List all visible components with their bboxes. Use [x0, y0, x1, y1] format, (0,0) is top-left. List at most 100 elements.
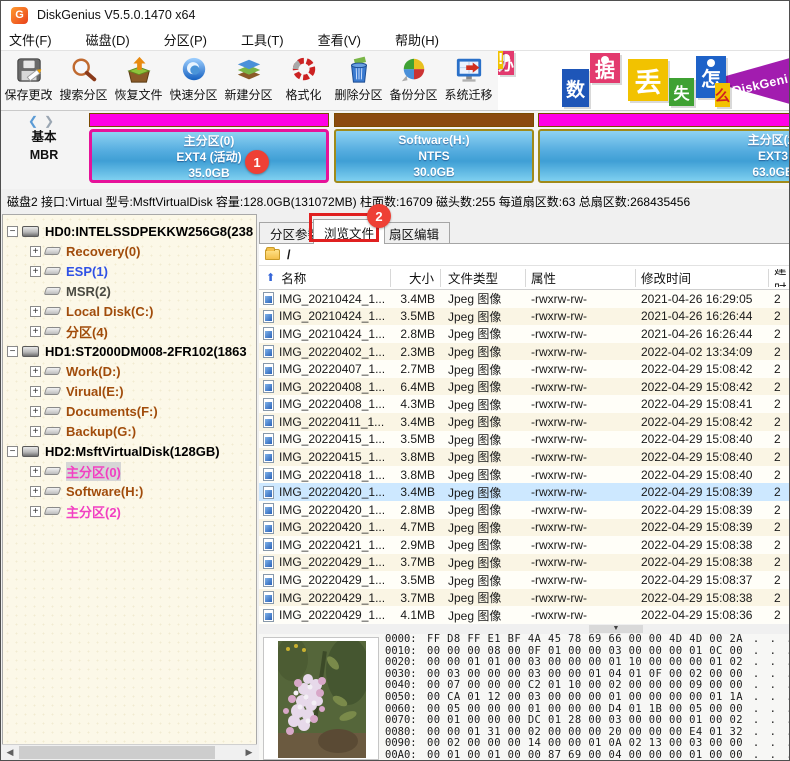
column-header-ctime[interactable]: 创建时间 — [769, 269, 790, 287]
quick-partition-button[interactable]: 快速分区 — [166, 51, 221, 109]
expander-icon[interactable]: + — [30, 426, 41, 437]
table-row[interactable]: IMG_20220418_1... 3.8MB Jpeg 图像 -rwxrw-r… — [259, 466, 790, 484]
tree-item[interactable]: + ESP(1) — [3, 261, 256, 281]
expander-icon[interactable]: − — [7, 346, 18, 357]
expander-icon[interactable]: + — [30, 466, 41, 477]
format-icon — [287, 54, 321, 86]
hex-dump[interactable]: 0000: FF D8 FF E1 BF 4A 45 78 69 66 00 0… — [385, 634, 790, 761]
tree-item[interactable]: + Software(H:) — [3, 481, 256, 501]
partition-block-software-h[interactable]: Software(H:) NTFS 30.0GB — [334, 113, 534, 187]
expander-icon[interactable]: + — [30, 506, 41, 517]
tree-horizontal-scrollbar[interactable]: ◀ ▶ — [2, 744, 257, 759]
delete-partition-button[interactable]: 删除分区 — [331, 51, 386, 109]
next-disk-arrow-icon[interactable]: ❯ — [44, 114, 60, 128]
format-button[interactable]: 格式化 — [276, 51, 331, 109]
file-created-time: 2 — [769, 591, 790, 605]
expander-icon[interactable]: + — [30, 306, 41, 317]
tree-item[interactable]: + Recovery(0) — [3, 241, 256, 261]
tree-item[interactable]: + Virual(E:) — [3, 381, 256, 401]
tab-sector-edit[interactable]: 扇区编辑 — [378, 222, 450, 244]
drive-icon — [44, 407, 62, 415]
table-row[interactable]: IMG_20220429_1... 3.7MB Jpeg 图像 -rwxrw-r… — [259, 589, 790, 607]
table-row[interactable]: IMG_20220402_1... 2.3MB Jpeg 图像 -rwxrw-r… — [259, 343, 790, 361]
system-migrate-icon — [452, 54, 486, 86]
partition-block-primary0[interactable]: 主分区(0) EXT4 (活动) 35.0GB — [89, 113, 329, 187]
table-row[interactable]: IMG_20220411_1... 3.4MB Jpeg 图像 -rwxrw-r… — [259, 413, 790, 431]
menu-item[interactable]: 磁盘(D) — [76, 30, 140, 49]
expander-icon[interactable]: − — [7, 446, 18, 457]
table-row[interactable]: IMG_20220429_1... 4.1MB Jpeg 图像 -rwxrw-r… — [259, 606, 790, 624]
file-created-time: 2 — [769, 450, 790, 464]
current-path: / — [287, 248, 290, 262]
expander-icon[interactable]: + — [30, 266, 41, 277]
scroll-right-arrow-icon[interactable]: ▶ — [241, 745, 257, 760]
file-size: 4.7MB — [391, 520, 441, 534]
prev-disk-arrow-icon[interactable]: ❮ — [28, 114, 44, 128]
table-row[interactable]: IMG_20220407_1... 2.7MB Jpeg 图像 -rwxrw-r… — [259, 360, 790, 378]
table-row[interactable]: IMG_20220408_1... 6.4MB Jpeg 图像 -rwxrw-r… — [259, 378, 790, 396]
disk-style-label: 基本 — [1, 128, 87, 146]
scrollbar-thumb[interactable] — [19, 746, 215, 759]
backup-partition-button[interactable]: 备份分区 — [386, 51, 441, 109]
table-row[interactable]: IMG_20220421_1... 2.9MB Jpeg 图像 -rwxrw-r… — [259, 536, 790, 554]
tree-item[interactable]: + 主分区(2) — [3, 501, 256, 521]
expander-icon[interactable]: − — [7, 226, 18, 237]
tree-item[interactable]: + Documents(F:) — [3, 401, 256, 421]
table-row[interactable]: IMG_20220420_1... 4.7MB Jpeg 图像 -rwxrw-r… — [259, 519, 790, 537]
column-header-attr[interactable]: 属性 — [526, 269, 636, 287]
column-header-name[interactable]: ⬆名称 — [259, 269, 391, 287]
table-row[interactable]: IMG_20210424_1... 3.5MB Jpeg 图像 -rwxrw-r… — [259, 308, 790, 326]
table-row[interactable]: IMG_20210424_1... 3.4MB Jpeg 图像 -rwxrw-r… — [259, 290, 790, 308]
column-header-mtime[interactable]: 修改时间 — [636, 269, 769, 287]
system-migrate-button[interactable]: 系统迁移 — [441, 51, 496, 109]
drive-icon — [22, 226, 39, 237]
save-changes-button[interactable]: 保存更改 — [1, 51, 56, 109]
menu-item[interactable]: 分区(P) — [154, 30, 217, 49]
tree-item[interactable]: + Work(D:) — [3, 361, 256, 381]
tree-item[interactable]: + 分区(4) — [3, 321, 256, 341]
expander-icon[interactable]: + — [30, 326, 41, 337]
file-attributes: -rwxrw-rw- — [526, 573, 636, 587]
recover-files-button[interactable]: 恢复文件 — [111, 51, 166, 109]
tree-item[interactable]: − HD1:ST2000DM008-2FR102(1863 — [3, 341, 256, 361]
table-row[interactable]: IMG_20220415_1... 3.8MB Jpeg 图像 -rwxrw-r… — [259, 448, 790, 466]
collapse-panel-button[interactable]: ▼ — [589, 625, 643, 633]
search-partition-button[interactable]: 搜索分区 — [56, 51, 111, 109]
expander-icon[interactable]: + — [30, 406, 41, 417]
toolbar-label: 格式化 — [285, 86, 321, 103]
folder-icon — [265, 249, 280, 260]
new-partition-button[interactable]: 新建分区 — [221, 51, 276, 109]
tree-item[interactable]: + Backup(G:) — [3, 421, 256, 441]
expander-icon[interactable]: + — [30, 386, 41, 397]
table-row[interactable]: IMG_20220429_1... 3.5MB Jpeg 图像 -rwxrw-r… — [259, 571, 790, 589]
menu-item[interactable]: 工具(T) — [231, 30, 294, 49]
expander-icon[interactable]: + — [30, 486, 41, 497]
expander-icon[interactable]: + — [30, 366, 41, 377]
tree-item[interactable]: + 主分区(0) — [3, 461, 256, 481]
table-row[interactable]: IMG_20220415_1... 3.5MB Jpeg 图像 -rwxrw-r… — [259, 431, 790, 449]
recover-files-icon — [122, 54, 156, 86]
expander-icon[interactable]: + — [30, 246, 41, 257]
file-modified-time: 2021-04-26 16:29:05 — [636, 292, 769, 306]
file-created-time: 2 — [769, 468, 790, 482]
drive-icon — [44, 507, 62, 515]
column-header-type[interactable]: 文件类型 — [441, 269, 526, 287]
table-row[interactable]: IMG_20210424_1... 2.8MB Jpeg 图像 -rwxrw-r… — [259, 325, 790, 343]
partition-block-primary2[interactable]: 主分区(2) EXT3 63.0GB — [538, 113, 790, 187]
scroll-left-arrow-icon[interactable]: ◀ — [2, 745, 18, 760]
tree-item[interactable]: MSR(2) — [3, 281, 256, 301]
tree-item[interactable]: − HD2:MsftVirtualDisk(128GB) — [3, 441, 256, 461]
menu-item[interactable]: 文件(F) — [1, 30, 62, 49]
menu-item[interactable]: 帮助(H) — [385, 30, 449, 49]
horizontal-splitter[interactable]: ▼ — [259, 624, 790, 634]
column-header-size[interactable]: 大小 — [391, 269, 441, 287]
table-row[interactable]: IMG_20220420_1... 3.4MB Jpeg 图像 -rwxrw-r… — [259, 483, 790, 501]
table-row[interactable]: IMG_20220408_1... 4.3MB Jpeg 图像 -rwxrw-r… — [259, 395, 790, 413]
tree-item[interactable]: + Local Disk(C:) — [3, 301, 256, 321]
hex-ascii: . . . . — [753, 692, 790, 704]
image-file-icon — [263, 503, 274, 516]
menu-item[interactable]: 查看(V) — [308, 30, 371, 49]
tree-item[interactable]: − HD0:INTELSSDPEKKW256G8(238 — [3, 221, 256, 241]
table-row[interactable]: IMG_20220420_1... 2.8MB Jpeg 图像 -rwxrw-r… — [259, 501, 790, 519]
table-row[interactable]: IMG_20220429_1... 3.7MB Jpeg 图像 -rwxrw-r… — [259, 554, 790, 572]
